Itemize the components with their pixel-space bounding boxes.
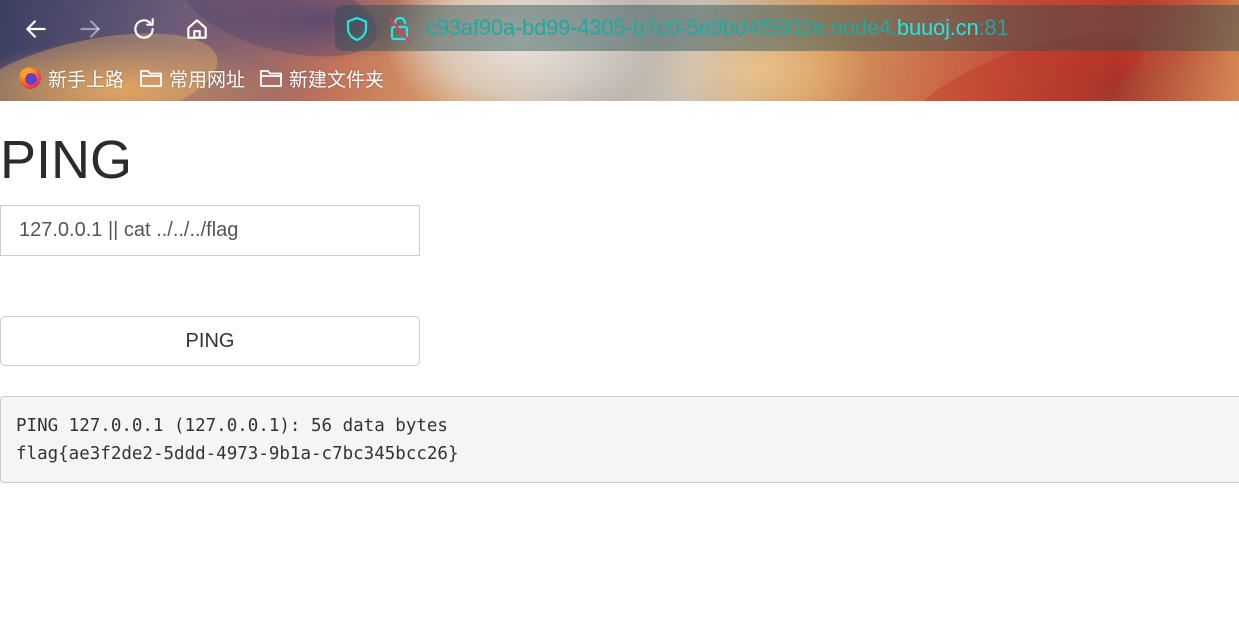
folder-icon: [259, 67, 283, 89]
arrow-right-icon: [80, 20, 100, 38]
output-line-flag: flag{ae3f2de2-5ddd-4973-9b1a-c7bc345bcc2…: [16, 444, 459, 464]
url-domain: buuoj.cn: [896, 15, 979, 40]
arrow-left-icon: [26, 20, 46, 38]
back-button[interactable]: [20, 13, 52, 45]
shield-icon[interactable]: [345, 16, 369, 47]
forward-button[interactable]: [74, 13, 106, 45]
page-content: PING PING PING 127.0.0.1 (127.0.0.1): 56…: [0, 101, 1239, 624]
bookmark-label: 新建文件夹: [289, 69, 385, 91]
url-subdomain: c93af90a-bd99-4305-b7c0-5e9bd4f5902e.nod…: [426, 15, 897, 40]
reload-button[interactable]: [128, 13, 160, 45]
bookmark-label: 新手上路: [48, 69, 125, 91]
firefox-icon: [18, 66, 42, 90]
browser-chrome: c93af90a-bd99-4305-b7c0-5e9bd4f5902e.nod…: [0, 0, 1239, 101]
output-line: PING 127.0.0.1 (127.0.0.1): 56 data byte…: [16, 416, 448, 436]
url-port: :81: [978, 15, 1009, 40]
reload-icon: [134, 18, 154, 39]
address-bar[interactable]: c93af90a-bd99-4305-b7c0-5e9bd4f5902e.nod…: [335, 5, 1239, 51]
home-icon: [187, 19, 207, 39]
ping-button[interactable]: PING: [0, 316, 420, 366]
insecure-lock-icon[interactable]: [387, 15, 413, 48]
bookmark-common-sites[interactable]: 常用网址: [139, 66, 246, 91]
url-text[interactable]: c93af90a-bd99-4305-b7c0-5e9bd4f5902e.nod…: [426, 15, 1009, 40]
bookmark-new-folder[interactable]: 新建文件夹: [259, 66, 385, 91]
home-button[interactable]: [181, 13, 213, 45]
bookmark-newbie[interactable]: 新手上路: [18, 66, 125, 91]
ping-output: PING 127.0.0.1 (127.0.0.1): 56 data byte…: [0, 396, 1239, 483]
ip-input[interactable]: [0, 205, 420, 256]
page-title: PING: [0, 130, 133, 190]
bookmark-label: 常用网址: [169, 69, 246, 91]
folder-icon: [139, 67, 163, 89]
